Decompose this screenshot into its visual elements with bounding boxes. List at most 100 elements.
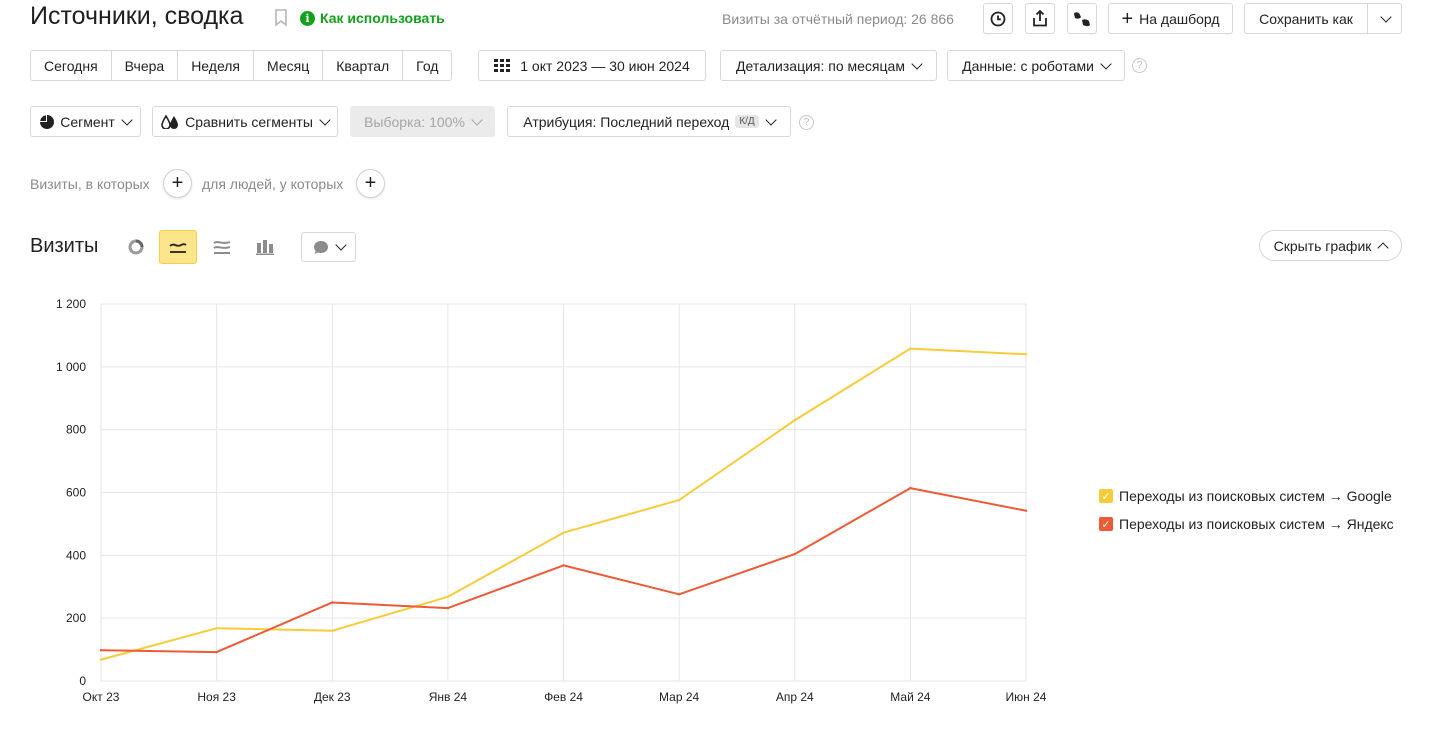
legend-label-google: Переходы из поисковых систем → Google — [1119, 488, 1392, 504]
data-label: Данные: с роботами — [962, 57, 1094, 74]
plus-icon: + — [364, 172, 377, 194]
y-tick-label: 0 — [79, 674, 86, 688]
share-icon — [1033, 10, 1047, 27]
data-point — [446, 606, 450, 610]
period-week[interactable]: Неделя — [177, 51, 253, 80]
bookmark-icon[interactable] — [274, 9, 288, 32]
save-as-dropdown[interactable] — [1367, 3, 1402, 34]
sample-dropdown: Выборка: 100% — [350, 106, 495, 137]
pie-chart-icon — [128, 239, 144, 255]
calendar-icon — [494, 58, 511, 72]
y-tick-label: 600 — [66, 486, 86, 500]
people-filter-label: для людей, у которых — [202, 176, 344, 192]
data-point — [1024, 509, 1028, 512]
data-point — [677, 593, 681, 596]
save-as-label: Сохранить как — [1259, 10, 1353, 27]
x-tick-label: Дек 23 — [314, 690, 351, 704]
checkbox-checked-icon[interactable]: ✓ — [1099, 489, 1113, 503]
add-visit-condition-button[interactable]: + — [163, 169, 192, 198]
dashboard-label: На дашборд — [1139, 10, 1220, 27]
help-icon[interactable]: ? — [799, 115, 814, 130]
date-range-label: 1 окт 2023 — 30 июн 2024 — [520, 57, 690, 74]
x-tick-label: Ноя 23 — [197, 690, 236, 704]
period-today[interactable]: Сегодня — [31, 51, 111, 80]
page-title: Источники, сводка — [30, 2, 244, 30]
segment-dropdown[interactable]: Сегмент — [30, 106, 141, 137]
data-point — [562, 564, 565, 567]
chevron-down-icon — [1100, 57, 1112, 70]
bar-chart-icon — [256, 240, 274, 255]
chart-legend: ✓ Переходы из поисковых систем → Google … — [1099, 482, 1394, 538]
period-quarter[interactable]: Квартал — [322, 51, 402, 80]
plus-icon: + — [1121, 7, 1134, 30]
history-button[interactable] — [983, 3, 1013, 34]
period-month[interactable]: Месяц — [253, 51, 322, 80]
chevron-down-icon — [121, 113, 133, 126]
period-selector: Сегодня Вчера Неделя Месяц Квартал Год — [30, 50, 453, 81]
hide-chart-label: Скрыть график — [1273, 237, 1372, 254]
checkbox-checked-icon[interactable]: ✓ — [1099, 517, 1113, 531]
area-chart-toggle[interactable] — [203, 230, 241, 264]
data-point — [99, 649, 103, 652]
attribution-label: Атрибуция: Последний переход — [523, 113, 730, 130]
area-chart-icon — [213, 241, 231, 254]
export-button[interactable] — [1025, 3, 1055, 34]
chevron-down-icon — [911, 57, 923, 70]
chevron-down-icon — [765, 113, 777, 126]
segment-label: Сегмент — [60, 113, 115, 130]
pie-chart-toggle[interactable] — [117, 230, 155, 264]
x-tick-label: Фев 24 — [544, 690, 583, 704]
x-tick-label: Окт 23 — [83, 690, 120, 704]
add-to-dashboard-button[interactable]: + На дашборд — [1108, 3, 1233, 34]
data-point — [562, 531, 565, 534]
chevron-down-icon — [334, 239, 347, 251]
data-point — [215, 627, 218, 630]
x-tick-label: Янв 24 — [429, 690, 468, 704]
line-chart-icon — [169, 243, 187, 253]
save-as-button[interactable]: Сохранить как — [1244, 3, 1368, 34]
data-point — [909, 347, 912, 350]
period-year[interactable]: Год — [402, 51, 451, 80]
clock-icon — [990, 11, 1006, 26]
legend-item-google[interactable]: ✓ Переходы из поисковых систем → Google — [1099, 482, 1394, 510]
howto-label: Как использовать — [320, 10, 445, 26]
date-range-picker[interactable]: 1 окт 2023 — 30 июн 2024 — [478, 50, 706, 81]
chevron-up-icon — [1377, 241, 1390, 254]
comment-icon — [313, 240, 328, 254]
chart-section-title: Визиты — [30, 235, 99, 257]
api-button[interactable] — [1067, 3, 1097, 34]
data-point — [331, 601, 334, 604]
legend-label-yandex: Переходы из поисковых систем → Яндекс — [1119, 516, 1394, 532]
data-point — [215, 650, 218, 654]
compare-segments-dropdown[interactable]: Сравнить сегменты — [152, 106, 338, 137]
detail-dropdown[interactable]: Детализация: по месяцам — [720, 50, 937, 81]
help-icon[interactable]: ? — [1132, 58, 1147, 73]
attribution-dropdown[interactable]: Атрибуция: Последний переход К/Д — [507, 106, 791, 137]
chevron-down-icon — [319, 113, 331, 126]
period-yesterday[interactable]: Вчера — [110, 51, 178, 80]
compare-label: Сравнить сегменты — [185, 113, 313, 130]
legend-item-yandex[interactable]: ✓ Переходы из поисковых систем → Яндекс — [1099, 510, 1394, 538]
chevron-down-icon — [1379, 10, 1392, 23]
data-dropdown[interactable]: Данные: с роботами — [947, 50, 1125, 81]
line-chart-toggle[interactable] — [159, 230, 197, 264]
data-point — [446, 595, 450, 599]
plus-icon: + — [171, 172, 184, 194]
data-point — [677, 498, 681, 502]
hide-chart-button[interactable]: Скрыть график — [1259, 230, 1402, 261]
data-point — [1024, 353, 1028, 356]
bar-chart-toggle[interactable] — [246, 230, 284, 264]
data-point — [793, 552, 796, 556]
data-point — [331, 629, 334, 632]
period-visits-total: Визиты за отчётный период: 26 866 — [722, 11, 954, 27]
attribution-badge: К/Д — [735, 115, 759, 128]
data-point — [909, 486, 912, 490]
quote-icon — [1074, 11, 1090, 26]
chevron-down-icon — [471, 113, 483, 126]
y-tick-label: 1 000 — [56, 360, 86, 374]
x-tick-label: Мар 24 — [659, 690, 699, 704]
annotations-dropdown[interactable] — [301, 232, 356, 262]
howto-link[interactable]: i Как использовать — [300, 10, 445, 26]
add-people-condition-button[interactable]: + — [356, 169, 385, 198]
y-tick-label: 800 — [66, 423, 86, 437]
